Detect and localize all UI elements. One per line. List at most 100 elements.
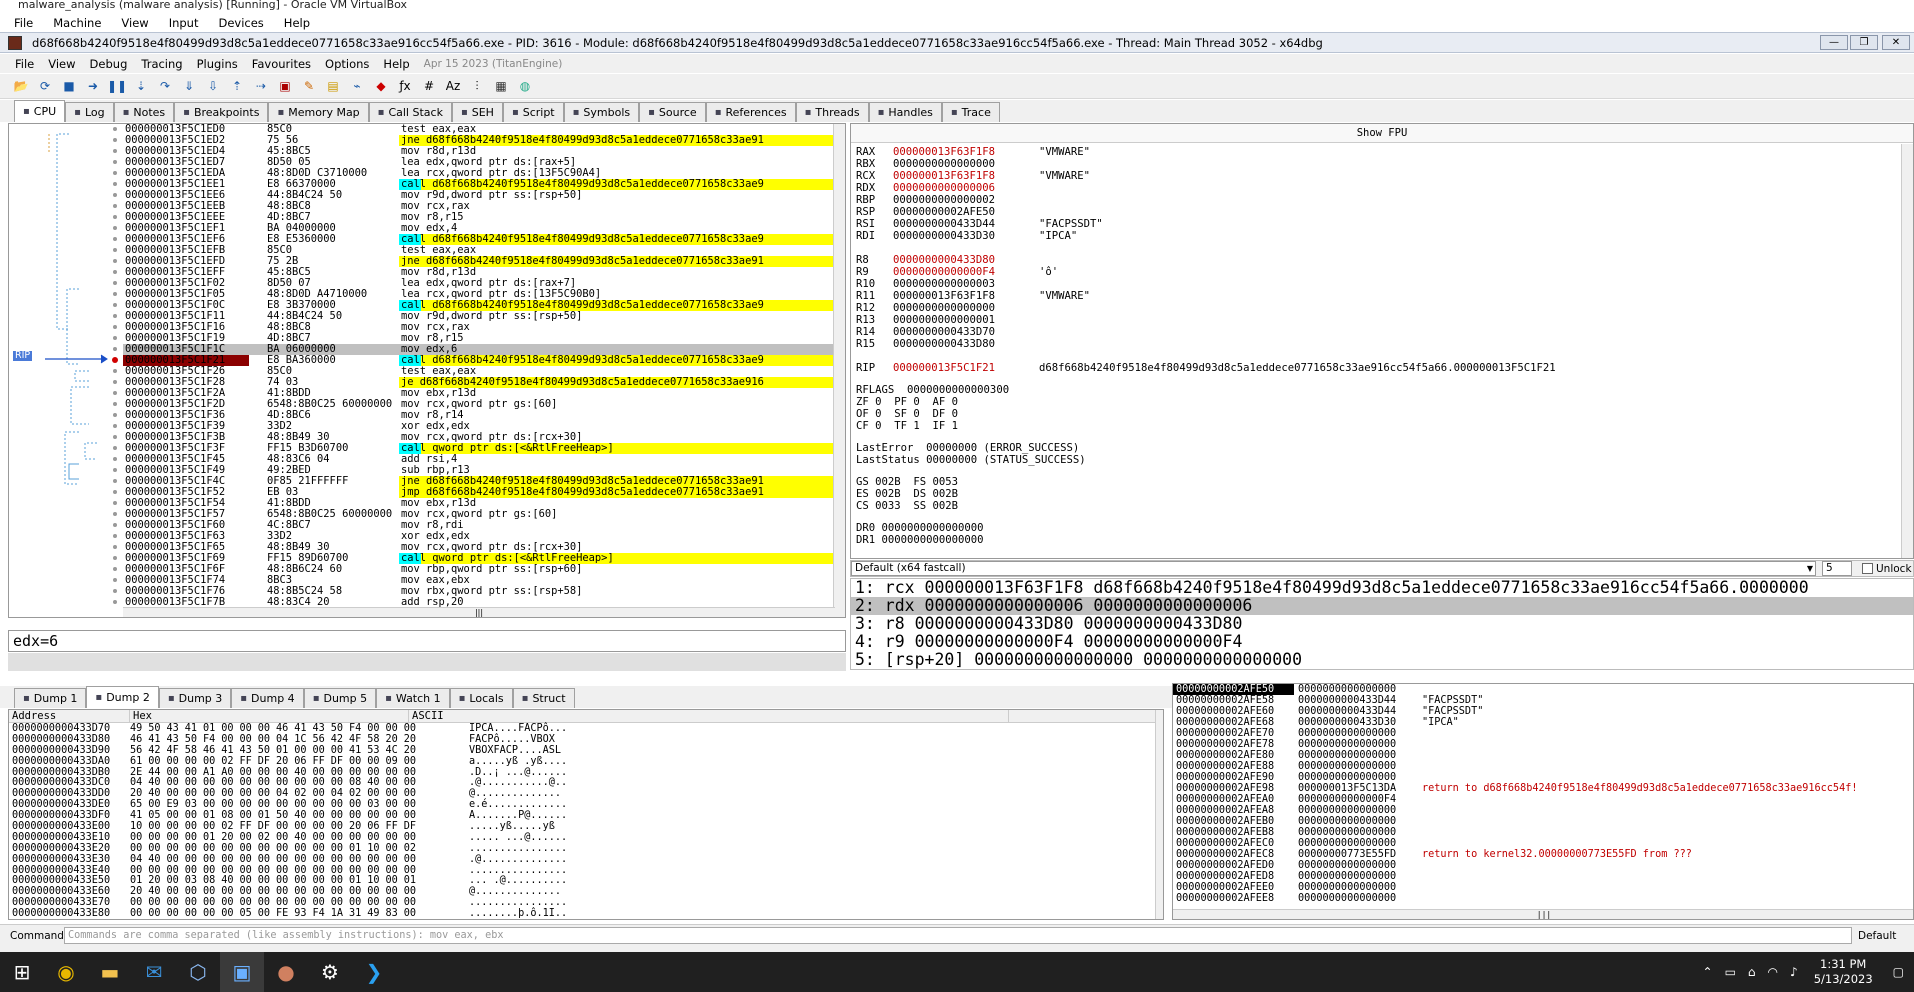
hash-icon[interactable]: #	[420, 77, 438, 95]
register-row[interactable]: R8 0000000000433D80	[851, 254, 1913, 266]
stack-view[interactable]: 00000000002AFE50 0000000000000000 00000000…	[1172, 683, 1914, 920]
tab-call-stack[interactable]: ▪ Call Stack	[368, 102, 452, 122]
stack-row[interactable]: 00000000002AFE78 0000000000000000	[1173, 739, 1913, 750]
execute-till-return-icon[interactable]: ⇡	[228, 77, 246, 95]
command-input[interactable]: Commands are comma separated (like assem…	[64, 927, 1852, 944]
stack-hscrollbar[interactable]: |||	[1173, 909, 1913, 919]
stack-row[interactable]: 00000000002AFEA0 00000000000000F4	[1173, 794, 1913, 805]
flags-line[interactable]: ZF 0 PF 0 AF 0	[851, 396, 1913, 408]
file-explorer-icon[interactable]: ▬	[88, 952, 132, 992]
bookmark-icon[interactable]: ◆	[372, 77, 390, 95]
command-mode-select[interactable]: Default	[1858, 930, 1896, 942]
stack-row[interactable]: 00000000002AFE70 0000000000000000	[1173, 728, 1913, 739]
dump-col-address[interactable]: Address	[9, 710, 130, 722]
vbox-menu-item[interactable]: Help	[284, 16, 310, 30]
disasm-row[interactable]: 000000013F5C1F60 4C:8BC7 mov r8,rdi	[123, 520, 835, 531]
disasm-row[interactable]: 000000013F5C1F45 48:83C6 04 add rsi,4	[123, 454, 835, 465]
disasm-row[interactable]: 000000013F5C1EE6 44:8B4C24 50 mov r9d,dwor…	[123, 190, 835, 201]
stack-row[interactable]: 00000000002AFE88 0000000000000000	[1173, 761, 1913, 772]
dump-col-hex[interactable]: Hex	[130, 710, 409, 722]
menu-item[interactable]: Help	[383, 57, 409, 71]
tab-log[interactable]: ▪ Log	[65, 102, 114, 122]
vbox-menu-item[interactable]: Input	[169, 16, 199, 30]
stack-row[interactable]: 00000000002AFE50 0000000000000000	[1173, 684, 1913, 695]
stack-row[interactable]: 00000000002AFED8 0000000000000000	[1173, 871, 1913, 882]
vbox-menu-item[interactable]: File	[14, 16, 33, 30]
tray-network-icon[interactable]: ⌂	[1742, 965, 1762, 979]
taskbar-clock[interactable]: 1:31 PM 5/13/2023	[1804, 957, 1883, 987]
disassembly-hscrollbar[interactable]: |||	[123, 607, 835, 617]
run-icon[interactable]: ➜	[84, 77, 102, 95]
menu-item[interactable]: View	[48, 57, 75, 71]
tab-cpu[interactable]: ▪ CPU	[14, 100, 66, 122]
open-icon[interactable]: 📂	[12, 77, 30, 95]
trace-into-icon[interactable]: ⇓	[180, 77, 198, 95]
register-row[interactable]: R15 0000000000433D80	[851, 338, 1913, 350]
scylla-icon[interactable]: ▣	[276, 77, 294, 95]
register-row[interactable]: RCX 000000013F63F1F8 "VMWARE"	[851, 170, 1913, 182]
stack-row[interactable]: 00000000002AFEB8 0000000000000000	[1173, 827, 1913, 838]
disasm-row[interactable]: 000000013F5C1F28 74 03 je d68f668b4240f951…	[123, 377, 835, 388]
register-row[interactable]: R14 0000000000433D70	[851, 326, 1913, 338]
arguments-view[interactable]: 1: rcx 000000013F63F1F8 d68f668b4240f951…	[850, 578, 1914, 670]
menu-item[interactable]: Tracing	[141, 57, 182, 71]
menu-item[interactable]: Debug	[90, 57, 128, 71]
dump-row[interactable]: 0000000000433E20 00 00 00 00 00 00 00 00 …	[9, 843, 1163, 854]
argument-row[interactable]: 1: rcx 000000013F63F1F8 d68f668b4240f951…	[851, 579, 1913, 597]
register-row[interactable]: R13 0000000000000001	[851, 314, 1913, 326]
pause-icon[interactable]: ❚❚	[107, 77, 127, 95]
disasm-row[interactable]: 000000013F5C1F57 6548:8B0C25 60000000 mov …	[123, 509, 835, 520]
tab-threads[interactable]: ▪ Threads	[795, 102, 869, 122]
register-row[interactable]: R11 000000013F63F1F8 "VMWARE"	[851, 290, 1913, 302]
argument-row[interactable]: 4: r9 00000000000000F4 00000000000000F4	[851, 633, 1913, 651]
photo-app-icon[interactable]: ●	[264, 952, 308, 992]
dump-row[interactable]: 0000000000433DC0 04 40 00 00 00 00 00 00 …	[9, 777, 1163, 789]
tab-script[interactable]: ▪ Script	[502, 102, 564, 122]
dump-row[interactable]: 0000000000433DD0 20 40 00 00 00 00 00 00 …	[9, 788, 1163, 799]
virtualbox-vm-icon[interactable]: ▣	[220, 952, 264, 992]
disasm-row[interactable]: 000000013F5C1F11 44:8B4C24 50 mov r9d,dwor…	[123, 311, 835, 322]
notifications-icon[interactable]: ▢	[1883, 965, 1914, 979]
minimize-button[interactable]: —	[1820, 35, 1848, 50]
comment-icon[interactable]: ▤	[324, 77, 342, 95]
tab-dump-3[interactable]: ▪ Dump 3	[158, 688, 232, 708]
register-row[interactable]	[851, 350, 1913, 362]
register-row[interactable]: R10 0000000000000003	[851, 278, 1913, 290]
tab-dump-2[interactable]: ▪ Dump 2	[86, 686, 159, 708]
argument-row[interactable]: 5: [rsp+20] 0000000000000000 00000000000…	[851, 651, 1913, 669]
run-to-user-code-icon[interactable]: ⇢	[252, 77, 270, 95]
disasm-row[interactable]: 000000013F5C1ED2 75 56 jne d68f668b4240f95…	[123, 135, 835, 146]
stack-row[interactable]: 00000000002AFEA8 0000000000000000	[1173, 805, 1913, 816]
stack-row[interactable]: 00000000002AFE58 0000000000433D44 "FACPSSD…	[1173, 695, 1913, 706]
disasm-row[interactable]: 000000013F5C1F76 48:8B5C24 58 mov rbx,qwor…	[123, 586, 835, 597]
tab-locals[interactable]: ▪ Locals	[449, 688, 513, 708]
argument-row[interactable]: 3: r8 0000000000433D80 0000000000433D80	[851, 615, 1913, 633]
disasm-row[interactable]: 000000013F5C1EFD 75 2B jne d68f668b4240f95…	[123, 256, 835, 267]
strings-icon[interactable]: ⫶	[468, 77, 486, 95]
register-row[interactable]: R9 00000000000000F4 'ô'	[851, 266, 1913, 278]
hex-dump-view[interactable]: Address Hex ASCII 0000000000433D70 49 50 …	[8, 709, 1164, 920]
vscode-icon[interactable]: ❯	[352, 952, 396, 992]
stack-row[interactable]: 00000000002AFEC8 00000000773E55FD return t…	[1173, 849, 1913, 860]
windows-start-icon[interactable]: ⊞	[0, 952, 44, 992]
stack-row[interactable]: 00000000002AFEB0 0000000000000000	[1173, 816, 1913, 827]
dump-row[interactable]: 0000000000433E00 10 00 00 00 00 02 FF DF …	[9, 821, 1163, 832]
tab-memory-map[interactable]: ▪ Memory Map	[268, 102, 369, 122]
stack-row[interactable]: 00000000002AFE98 000000013F5C13DA return t…	[1173, 783, 1913, 794]
dump-col-ascii[interactable]: ASCII	[409, 710, 1009, 722]
step-into-icon[interactable]: ⇣	[132, 77, 150, 95]
stack-row[interactable]: 00000000002AFED0 0000000000000000	[1173, 860, 1913, 871]
tab-notes[interactable]: ▪ Notes	[113, 102, 175, 122]
register-row[interactable]	[851, 242, 1913, 254]
tab-struct[interactable]: ▪ Struct	[512, 688, 575, 708]
tab-dump-4[interactable]: ▪ Dump 4	[231, 688, 304, 708]
register-row[interactable]: RDX 0000000000000006	[851, 182, 1913, 194]
step-over-icon[interactable]: ↷	[156, 77, 174, 95]
register-row[interactable]: RIP 000000013F5C1F21 d68f668b4240f9518e4f8…	[851, 362, 1913, 374]
unlock-checkbox[interactable]	[1862, 563, 1873, 574]
register-row[interactable]: R12 0000000000000000	[851, 302, 1913, 314]
trace-over-icon[interactable]: ⇩	[204, 77, 222, 95]
dump-row[interactable]: 0000000000433DB0 2E 44 00 00 A1 A0 00 00 …	[9, 767, 1163, 778]
chrome-icon[interactable]: ◉	[44, 952, 88, 992]
menu-item[interactable]: Options	[325, 57, 369, 71]
